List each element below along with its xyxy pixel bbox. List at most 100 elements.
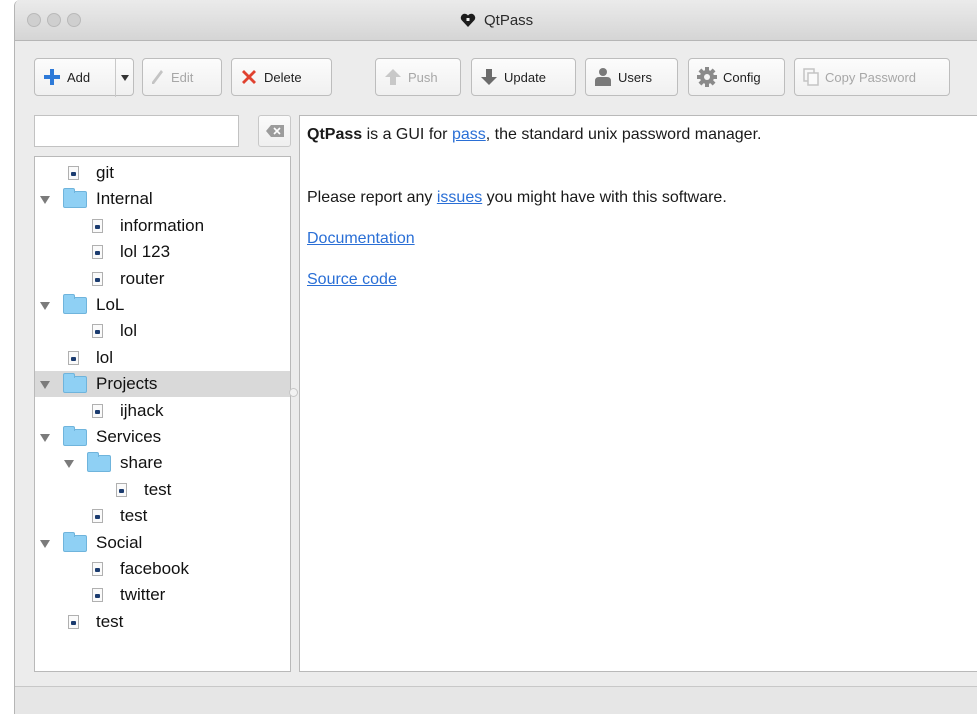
folder-icon [63,373,87,394]
password-file-icon [92,271,103,286]
add-dropdown-toggle[interactable] [115,59,134,97]
window-title-area: QtPass [15,12,977,29]
delete-button[interactable]: Delete [231,58,332,96]
tree-item-label: share [120,453,163,473]
password-file-icon [92,588,103,603]
window-title: QtPass [483,12,534,29]
tree-folder-row[interactable]: Internal [35,186,290,212]
push-button-label: Push [408,69,438,85]
report-text-a: Please report any [307,189,437,206]
tree-entry-row[interactable]: lol [35,318,290,344]
tree-folder-row[interactable]: share [35,450,290,476]
tree-entry-row[interactable]: facebook [35,556,290,582]
clear-search-button[interactable] [258,115,291,147]
tree-entry-row[interactable]: twitter [35,582,290,608]
source-code-link[interactable]: Source code [307,271,397,288]
password-file-icon [68,166,79,180]
users-button[interactable]: Users [585,58,678,96]
app-name-bold: QtPass [307,126,363,143]
password-file-icon [92,562,103,576]
expand-arrow-icon[interactable] [64,460,74,469]
tree-item-label: router [120,268,165,288]
tree-item-label: LoL [96,295,125,314]
folder-icon [87,452,111,473]
gear-icon [697,67,717,87]
expand-arrow-icon[interactable] [40,539,50,548]
tree-entry-row[interactable]: git [35,160,290,186]
tree-item-label: Projects [96,374,158,394]
tree-item-label: lol 123 [120,242,171,262]
tree-entry-row[interactable]: lol [35,345,290,371]
title-bar: QtPass [15,0,977,41]
password-file-icon [92,245,103,260]
tree-item-label: lol [120,321,138,341]
folder-icon [63,188,87,209]
tree-entry-row[interactable]: test [35,609,290,635]
tree-entry-row[interactable]: router [35,266,290,292]
tree-entry-row[interactable]: information [35,213,290,239]
tree-folder-row[interactable]: LoL [35,292,290,318]
tree-item-label: test [144,479,172,499]
user-icon [594,67,612,87]
folder-icon [63,531,87,552]
password-file-icon [68,350,79,365]
intro-text-b: , the standard unix password manager. [485,126,762,143]
backspace-clear-icon [265,125,284,137]
expand-arrow-icon[interactable] [40,196,50,205]
tree-item-label: test [96,611,124,631]
chevron-down-icon [121,75,129,81]
status-bar [15,686,977,714]
search-input[interactable] [34,115,239,147]
tree-entry-row[interactable]: test [35,503,290,529]
copy-password-button[interactable]: Copy Password [794,58,950,96]
tree-item-label: lol [96,347,114,367]
folder-icon [63,294,87,314]
expand-arrow-icon[interactable] [40,302,50,310]
report-line: Please report any issues you might have … [307,189,727,207]
splitter-handle[interactable] [289,388,298,397]
content-panel: QtPass is a GUI for pass, the standard u… [299,115,977,672]
documentation-link[interactable]: Documentation [307,230,415,247]
tree-item-label: git [96,163,114,182]
documentation-line: Documentation [307,230,415,248]
tree-item-label: twitter [120,585,166,605]
intro-text-a: is a GUI for [362,126,452,143]
source-code-line: Source code [307,271,397,289]
update-button[interactable]: Update [471,58,576,96]
qtpass-logo-icon [460,13,476,27]
password-tree[interactable]: git Internal information lol 123 router LoL lo… [34,156,291,672]
tree-folder-row[interactable]: Projects [35,371,290,398]
intro-line: QtPass is a GUI for pass, the standard u… [307,126,761,144]
copy-icon [803,68,819,86]
folder-icon [63,426,87,446]
edit-button-label: Edit [171,69,194,85]
plus-icon [43,68,61,86]
edit-button[interactable]: Edit [142,58,222,96]
issues-link[interactable]: issues [437,189,482,206]
tree-item-label: facebook [120,559,189,578]
arrow-down-icon [480,68,498,86]
add-button[interactable]: Add [34,58,134,97]
pencil-icon [151,69,165,85]
password-file-icon [68,614,79,629]
report-text-b: you might have with this software. [482,189,727,206]
tree-entry-row[interactable]: test [35,477,290,503]
tree-folder-row[interactable]: Services [35,424,290,450]
pass-link[interactable]: pass [452,126,486,143]
delete-button-label: Delete [264,69,302,85]
arrow-up-icon [384,68,402,86]
tree-folder-row[interactable]: Social [35,530,290,556]
password-file-icon [116,482,127,497]
password-file-icon [92,509,103,524]
add-button-label: Add [67,69,91,85]
tree-item-label: Services [96,427,162,446]
tree-entry-row[interactable]: lol 123 [35,239,290,265]
tree-item-label: information [120,215,205,235]
config-button[interactable]: Config [688,58,785,96]
push-button[interactable]: Push [375,58,461,96]
expand-arrow-icon[interactable] [40,381,50,390]
expand-arrow-icon[interactable] [40,434,50,442]
tree-entry-row[interactable]: ijhack [35,398,290,424]
tree-item-label: ijhack [120,400,164,420]
tree-item-label: Social [96,532,143,552]
